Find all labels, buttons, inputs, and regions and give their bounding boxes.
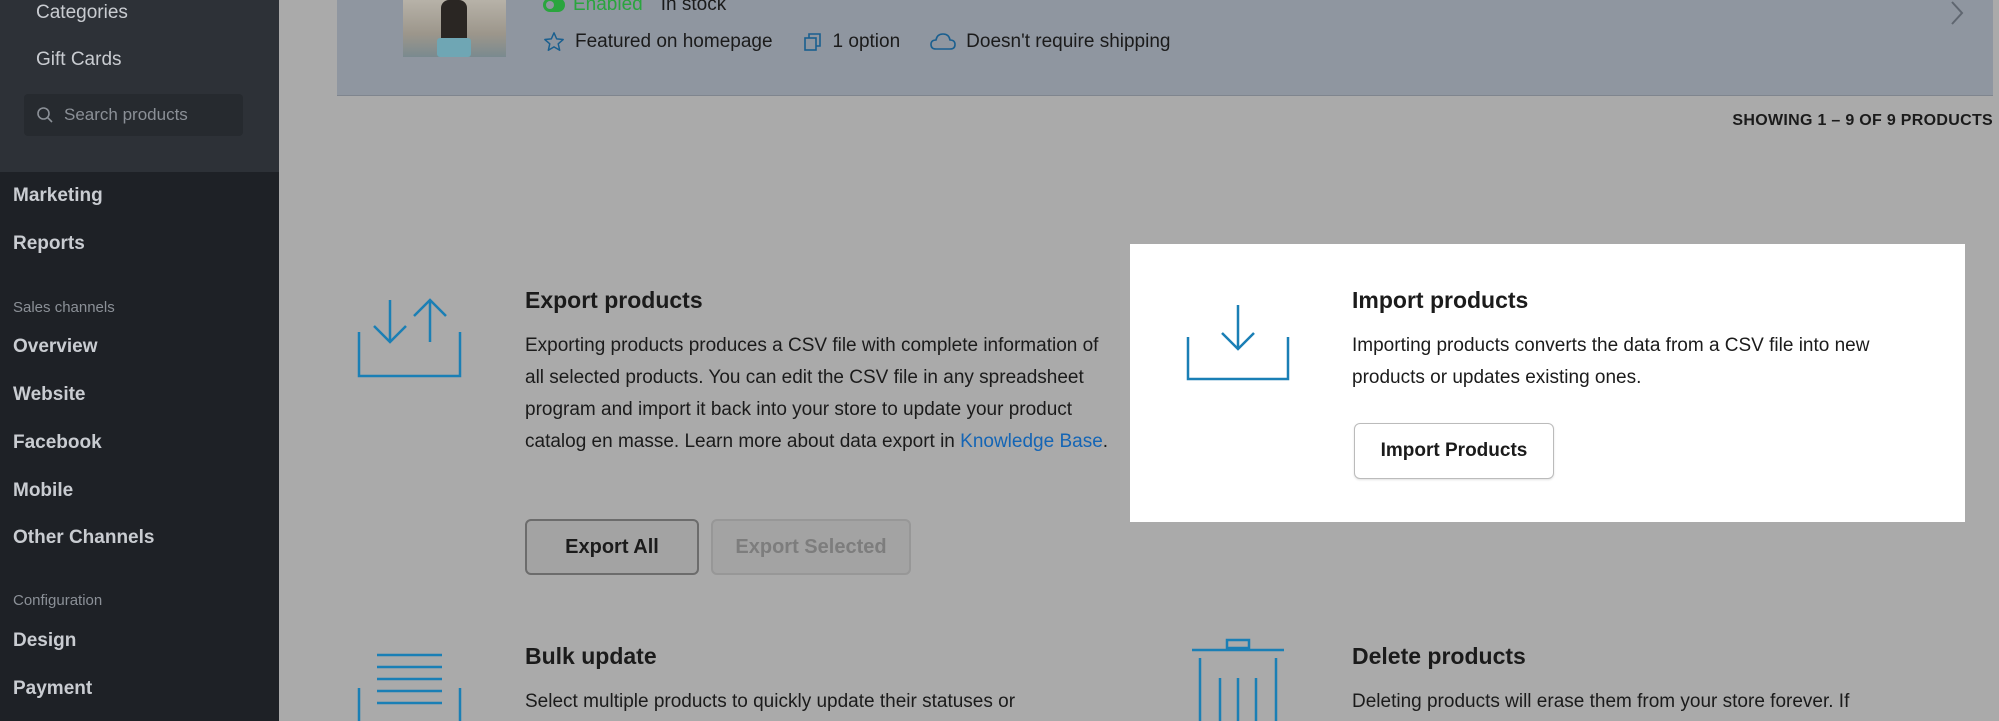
import-description: Importing products converts the data fro… [1352,335,1870,388]
sidebar-item-website[interactable]: Website [13,384,86,406]
bulk-update-description: Select multiple products to quickly upda… [525,691,1016,712]
product-meta: Featured on homepage 1 option Doesn't re… [543,31,1200,53]
export-all-button[interactable]: Export All [525,519,699,575]
list-icon [357,653,462,721]
product-status: Enabled In stock [543,0,726,16]
status-enabled: Enabled [573,0,643,15]
search-input[interactable] [62,104,236,126]
copy-icon [803,33,821,51]
sidebar-item-facebook[interactable]: Facebook [13,432,102,454]
meta-shipping: Doesn't require shipping [930,31,1170,53]
sidebar-item-reports[interactable]: Reports [13,233,85,255]
sidebar-item-design[interactable]: Design [13,630,76,652]
star-icon [544,32,564,51]
knowledge-base-link[interactable]: Knowledge Base [960,431,1103,452]
sidebar: Categories Gift Cards Marketing Reports … [0,0,279,721]
search-icon [37,107,53,123]
delete-description: Deleting products will erase them from y… [1352,691,1850,712]
product-row[interactable]: Enabled In stock Featured on homepage 1 … [337,0,1993,96]
sidebar-search[interactable] [24,94,243,136]
import-title: Import products [1352,287,1529,313]
meta-featured: Featured on homepage [543,31,773,53]
sidebar-heading-sales-channels: Sales channels [13,299,115,316]
sidebar-item-gift-cards[interactable]: Gift Cards [36,49,122,71]
sidebar-item-overview[interactable]: Overview [13,336,98,358]
sidebar-item-categories[interactable]: Categories [36,2,128,24]
export-selected-button[interactable]: Export Selected [711,519,911,575]
meta-shipping-label: Doesn't require shipping [966,31,1171,52]
stock-status: In stock [660,0,727,15]
meta-featured-label: Featured on homepage [575,31,773,52]
pagination-summary: SHOWING 1 – 9 OF 9 PRODUCTS [1732,112,1993,129]
sidebar-heading-configuration: Configuration [13,592,103,609]
sidebar-item-payment[interactable]: Payment [13,678,92,700]
trash-icon [1192,638,1284,721]
export-title: Export products [525,287,703,313]
sidebar-item-other-channels[interactable]: Other Channels [13,527,154,549]
sidebar-catalog-submenu: Categories Gift Cards [0,0,279,172]
delete-title: Delete products [1352,643,1526,669]
meta-options: 1 option [803,31,901,53]
product-thumbnail [403,0,506,57]
toggle-icon [543,0,565,12]
sidebar-item-mobile[interactable]: Mobile [13,480,73,502]
bulk-update-title: Bulk update [525,643,657,669]
meta-options-label: 1 option [832,31,901,52]
chevron-right-icon[interactable] [1949,0,1965,26]
export-description: Exporting products produces a CSV file w… [525,330,1115,458]
import-products-button[interactable]: Import Products [1354,423,1554,479]
upload-icon [357,298,462,378]
export-text-end: . [1102,431,1109,452]
import-panel: Import products Importing products conve… [1130,244,1965,522]
cloud-icon [930,33,956,50]
sidebar-item-marketing[interactable]: Marketing [13,185,103,207]
download-icon [1186,305,1290,381]
